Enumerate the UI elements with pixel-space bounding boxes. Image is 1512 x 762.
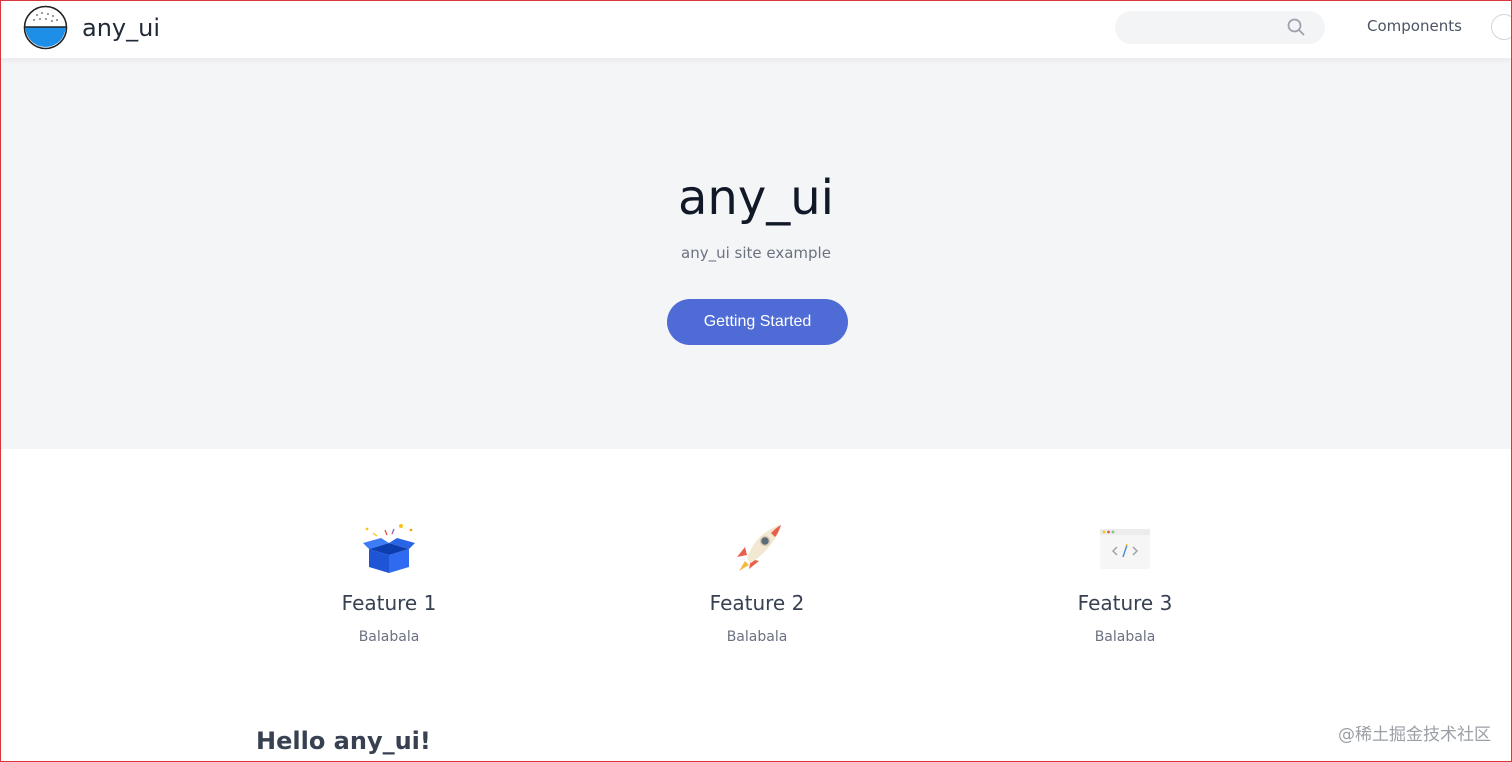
feature-description: Balabala — [1094, 629, 1156, 645]
feature-card: Feature 3 Balabala — [1005, 521, 1245, 645]
getting-started-button[interactable]: Getting Started — [667, 299, 848, 345]
feature-description: Balabala — [358, 629, 420, 645]
rice-bowl-logo-icon — [23, 5, 68, 50]
nav-link-components[interactable]: Components — [1367, 17, 1462, 35]
watermark: @稀土掘金技术社区 — [1338, 725, 1491, 745]
brand-title: any_ui — [82, 13, 160, 42]
rocket-icon — [737, 525, 781, 571]
hero-section: any_ui any_ui site example Getting Start… — [1, 58, 1511, 449]
search-icon[interactable] — [1287, 18, 1305, 36]
feature-title: Feature 2 — [709, 591, 805, 615]
gift-box-icon — [363, 524, 415, 573]
feature-card: Feature 1 Balabala — [269, 521, 509, 645]
feature-title: Feature 3 — [1077, 591, 1173, 615]
feature-description: Balabala — [726, 629, 788, 645]
features-section: Feature 1 Balabala Feature 2 Balabala Fe… — [1, 449, 1511, 719]
content-heading: Hello any_ui! — [256, 727, 431, 755]
hero-subtitle: any_ui site example — [681, 244, 831, 262]
hero-title: any_ui — [678, 170, 834, 226]
feature-title: Feature 1 — [341, 591, 437, 615]
search-box — [1115, 11, 1325, 44]
brand-link[interactable]: any_ui — [23, 5, 160, 50]
search-input[interactable] — [1115, 11, 1285, 44]
github-icon[interactable] — [1491, 14, 1511, 40]
feature-card: Feature 2 Balabala — [637, 521, 877, 645]
page: any_ui Components any_ui any_ui site exa… — [0, 0, 1512, 762]
top-navbar: any_ui Components — [1, 1, 1511, 58]
code-window-icon — [1100, 529, 1150, 569]
